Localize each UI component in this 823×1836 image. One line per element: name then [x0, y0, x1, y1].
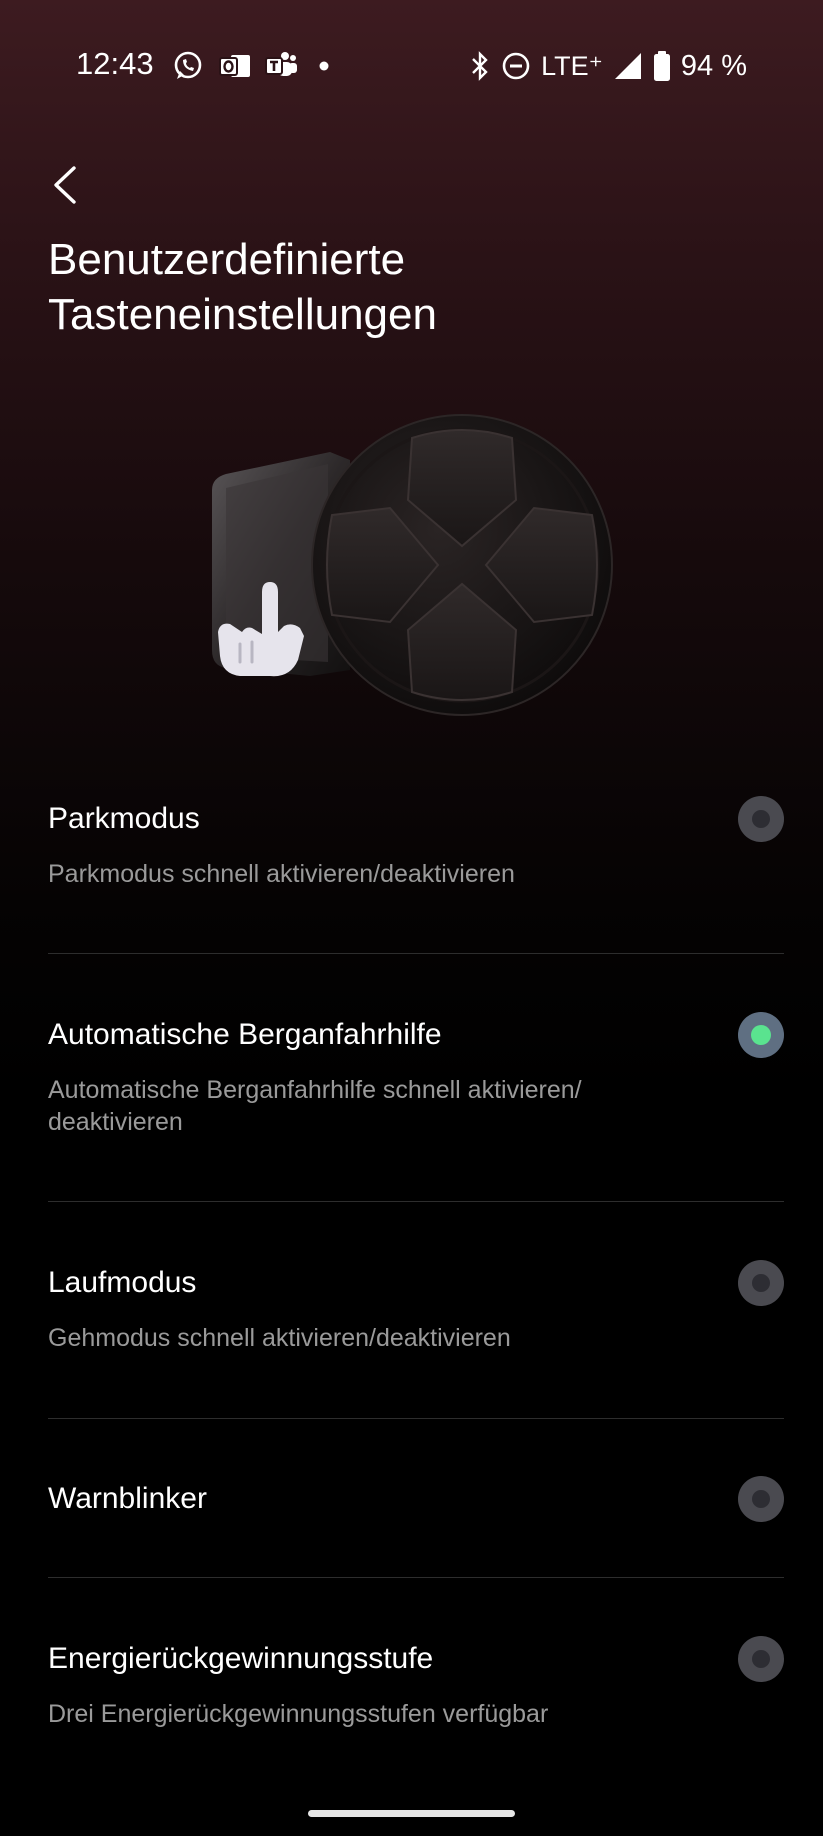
- option-description: Parkmodus schnell aktivieren/deaktiviere…: [48, 860, 515, 888]
- do-not-disturb-icon: [502, 52, 530, 80]
- radio-button[interactable]: [738, 1476, 784, 1522]
- option-title: Warnblinker: [48, 1482, 207, 1515]
- radio-dot: [752, 810, 770, 828]
- option-berganfahrhilfe[interactable]: Automatische Berganfahrhilfe Automatisch…: [48, 1012, 784, 1138]
- option-title: Parkmodus: [48, 802, 200, 835]
- radio-button[interactable]: [738, 1636, 784, 1682]
- option-laufmodus[interactable]: Laufmodus Gehmodus schnell aktivieren/de…: [48, 1260, 784, 1354]
- teams-icon: [265, 52, 297, 76]
- option-warnblinker[interactable]: Warnblinker: [48, 1476, 784, 1522]
- divider: [48, 1418, 784, 1419]
- battery-icon: [653, 51, 670, 81]
- status-right: LTE⁺ 94 %: [469, 46, 747, 86]
- radio-button[interactable]: [738, 796, 784, 842]
- option-title: Automatische Berganfahrhilfe: [48, 1018, 442, 1051]
- radio-dot: [752, 1650, 770, 1668]
- outlook-icon: [219, 55, 250, 77]
- radio-button[interactable]: [738, 1012, 784, 1058]
- divider: [48, 1201, 784, 1202]
- option-description: Automatische Berganfahrhilfe schnell akt…: [48, 1076, 582, 1136]
- signal-icon: [614, 53, 641, 79]
- status-bar: 12:43 LTE⁺ 94 %: [0, 0, 823, 132]
- radio-dot: [751, 1025, 771, 1045]
- radio-dot: [752, 1274, 770, 1292]
- whatsapp-icon: [174, 51, 202, 79]
- option-energierueckgewinnung[interactable]: Energierückgewinnungsstufe Drei Energier…: [48, 1636, 784, 1730]
- network-type: LTE⁺: [541, 50, 603, 81]
- option-description: Drei Energierückgewinnungsstufen verfügb…: [48, 1700, 549, 1728]
- divider: [48, 1577, 784, 1578]
- battery-percent: 94 %: [680, 49, 747, 82]
- option-parkmodus[interactable]: Parkmodus Parkmodus schnell aktivieren/d…: [48, 796, 784, 890]
- back-button[interactable]: [44, 160, 88, 210]
- option-title: Laufmodus: [48, 1266, 197, 1299]
- page-title: Benutzerdefinierte Tasteneinstellungen: [48, 232, 748, 342]
- status-time: 12:43: [76, 46, 154, 81]
- option-description: Gehmodus schnell aktivieren/deaktivieren: [48, 1324, 511, 1352]
- home-indicator[interactable]: [308, 1810, 515, 1817]
- page-title-line2: Tasteneinstellungen: [48, 290, 437, 339]
- page-title-line1: Benutzerdefinierte: [48, 235, 406, 284]
- option-title: Energierückgewinnungsstufe: [48, 1642, 434, 1675]
- divider: [48, 953, 784, 954]
- radio-button[interactable]: [738, 1260, 784, 1306]
- chevron-left-icon: [54, 166, 76, 204]
- button-controller-illustration: [212, 414, 613, 716]
- bluetooth-icon: [472, 51, 488, 81]
- dot-icon: [319, 61, 329, 71]
- radio-dot: [752, 1490, 770, 1508]
